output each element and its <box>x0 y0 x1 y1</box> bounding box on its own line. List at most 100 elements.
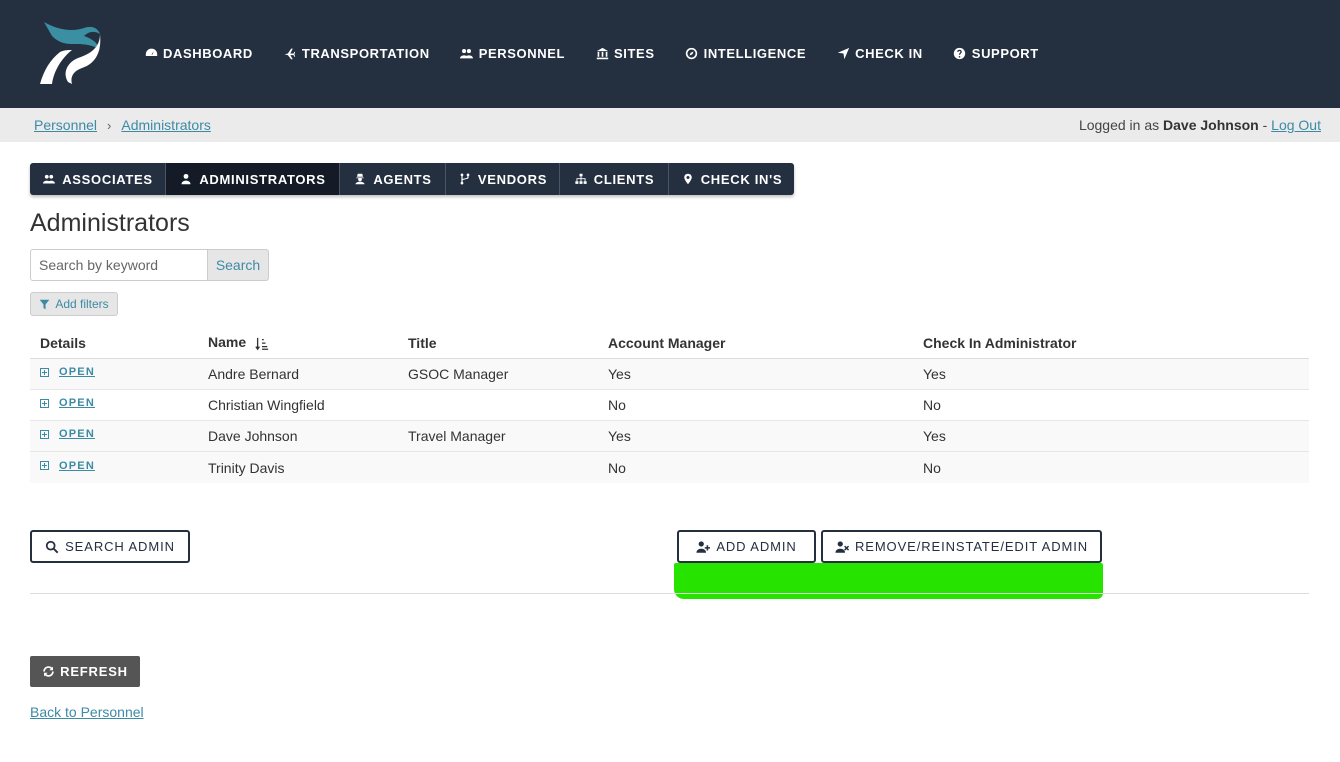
tab-check-ins-label: CHECK IN'S <box>700 171 783 187</box>
gauge-icon <box>144 46 158 60</box>
expand-plus-icon[interactable] <box>40 461 49 470</box>
details-cell: OPEN <box>30 366 208 378</box>
location-arrow-icon <box>836 46 850 60</box>
tab-clients-label: CLIENTS <box>593 171 655 187</box>
breadcrumb-administrators-link[interactable]: Administrators <box>121 117 210 133</box>
nav-support[interactable]: SUPPORT <box>953 43 1039 63</box>
tab-associates-label: ASSOCIATES <box>62 171 153 187</box>
add-admin-label: ADD ADMIN <box>716 539 797 554</box>
bank-icon <box>595 46 609 60</box>
administrators-table: Details Name Title Account Manager Check… <box>30 327 1309 483</box>
nav-dashboard[interactable]: DASHBOARD <box>144 43 253 63</box>
open-link[interactable]: OPEN <box>59 397 95 409</box>
title-cell: Travel Manager <box>408 428 506 444</box>
refresh-label: REFRESH <box>60 664 128 679</box>
p-wave-logo-icon[interactable] <box>38 20 104 86</box>
nav-personnel-label: PERSONNEL <box>478 45 566 61</box>
nav-check-in-label: CHECK IN <box>855 45 923 61</box>
nav-sites[interactable]: SITES <box>595 43 655 63</box>
nav-intelligence-label: INTELLIGENCE <box>703 45 807 61</box>
name-cell: Dave Johnson <box>208 428 298 444</box>
question-circle-icon <box>953 46 967 60</box>
open-link[interactable]: OPEN <box>59 460 95 472</box>
tab-clients[interactable]: CLIENTS <box>560 163 669 195</box>
check-in-admin-cell: No <box>923 397 941 413</box>
breadcrumb-personnel-link[interactable]: Personnel <box>34 117 97 133</box>
tab-administrators-label: ADMINISTRATORS <box>199 171 326 187</box>
personnel-tabs: ASSOCIATES ADMINISTRATORS AGENTS VENDORS… <box>30 163 794 195</box>
account-manager-cell: No <box>608 397 626 413</box>
column-header-name[interactable]: Name <box>208 334 408 350</box>
column-header-account-manager: Account Manager <box>608 334 726 351</box>
breadcrumb-bar: Personnel › Administrators Logged in as … <box>0 108 1340 142</box>
expand-plus-icon[interactable] <box>40 429 49 439</box>
search-input[interactable] <box>30 249 207 281</box>
search-group: Search <box>30 249 269 281</box>
add-filters-button[interactable]: Add filters <box>30 292 118 316</box>
logged-in-user: Dave Johnson <box>1163 117 1259 133</box>
search-admin-button[interactable]: SEARCH ADMIN <box>30 530 190 563</box>
filter-icon <box>40 299 50 309</box>
details-cell: OPEN <box>30 428 208 440</box>
users-icon <box>460 46 474 60</box>
nav-support-label: SUPPORT <box>971 45 1039 61</box>
logout-link[interactable]: Log Out <box>1271 117 1321 133</box>
tab-vendors[interactable]: VENDORS <box>446 163 560 195</box>
user-icon <box>179 172 193 186</box>
expand-plus-icon[interactable] <box>40 398 49 408</box>
code-fork-icon <box>458 172 472 186</box>
user-plus-icon <box>696 540 711 553</box>
user-secret-icon <box>353 172 367 186</box>
column-header-details: Details <box>40 334 86 351</box>
top-navbar: DASHBOARD TRANSPORTATION PERSONNEL SITES… <box>0 0 1340 108</box>
title-cell: GSOC Manager <box>408 366 509 382</box>
table-row: OPEN Trinity Davis No No <box>30 452 1309 483</box>
page-title: Administrators <box>30 209 190 237</box>
add-admin-button[interactable]: ADD ADMIN <box>677 530 816 563</box>
nav-intelligence[interactable]: INTELLIGENCE <box>685 43 807 63</box>
account-manager-cell: Yes <box>608 366 631 382</box>
search-icon <box>45 540 59 553</box>
add-filters-label: Add filters <box>55 297 109 311</box>
back-to-personnel-link[interactable]: Back to Personnel <box>30 704 144 720</box>
expand-plus-icon[interactable] <box>40 367 49 377</box>
table-row: OPEN Andre Bernard GSOC Manager Yes Yes <box>30 359 1309 390</box>
table-row: OPEN Dave Johnson Travel Manager Yes Yes <box>30 421 1309 452</box>
name-cell: Trinity Davis <box>208 459 285 476</box>
tab-check-ins[interactable]: CHECK IN'S <box>669 163 794 195</box>
column-header-title: Title <box>408 334 437 351</box>
remove-reinstate-edit-admin-label: REMOVE/REINSTATE/EDIT ADMIN <box>854 539 1089 554</box>
nav-check-in[interactable]: CHECK IN <box>836 43 923 63</box>
sort-ascending-icon[interactable] <box>255 337 269 351</box>
compass-icon <box>685 46 699 60</box>
name-cell: Andre Bernard <box>208 366 300 382</box>
logged-in-prefix: Logged in as <box>1078 117 1160 133</box>
account-manager-cell: Yes <box>608 428 631 444</box>
plane-icon <box>283 46 297 60</box>
account-manager-cell: No <box>608 459 626 476</box>
open-link[interactable]: OPEN <box>59 428 95 440</box>
sitemap-icon <box>574 172 588 186</box>
refresh-button[interactable]: REFRESH <box>30 656 140 687</box>
tab-agents-label: AGENTS <box>373 171 432 187</box>
session-dash: - <box>1262 117 1268 133</box>
table-row: OPEN Christian Wingfield No No <box>30 390 1309 421</box>
search-admin-label: SEARCH ADMIN <box>65 539 175 554</box>
open-link[interactable]: OPEN <box>59 366 95 378</box>
nav-transportation-label: TRANSPORTATION <box>301 45 430 61</box>
nav-transportation[interactable]: TRANSPORTATION <box>283 43 430 63</box>
nav-sites-label: SITES <box>614 45 655 61</box>
tab-agents[interactable]: AGENTS <box>340 163 446 195</box>
tab-associates[interactable]: ASSOCIATES <box>30 163 166 195</box>
column-header-name-label: Name <box>208 334 247 351</box>
search-button[interactable]: Search <box>207 249 269 281</box>
check-in-admin-cell: No <box>923 459 941 476</box>
tab-administrators[interactable]: ADMINISTRATORS <box>166 163 340 195</box>
section-divider <box>30 593 1309 594</box>
map-marker-icon <box>681 172 695 186</box>
user-times-icon <box>835 540 849 553</box>
nav-personnel[interactable]: PERSONNEL <box>460 43 565 63</box>
users-icon <box>42 172 56 186</box>
details-cell: OPEN <box>30 397 208 409</box>
remove-reinstate-edit-admin-button[interactable]: REMOVE/REINSTATE/EDIT ADMIN <box>821 530 1102 563</box>
